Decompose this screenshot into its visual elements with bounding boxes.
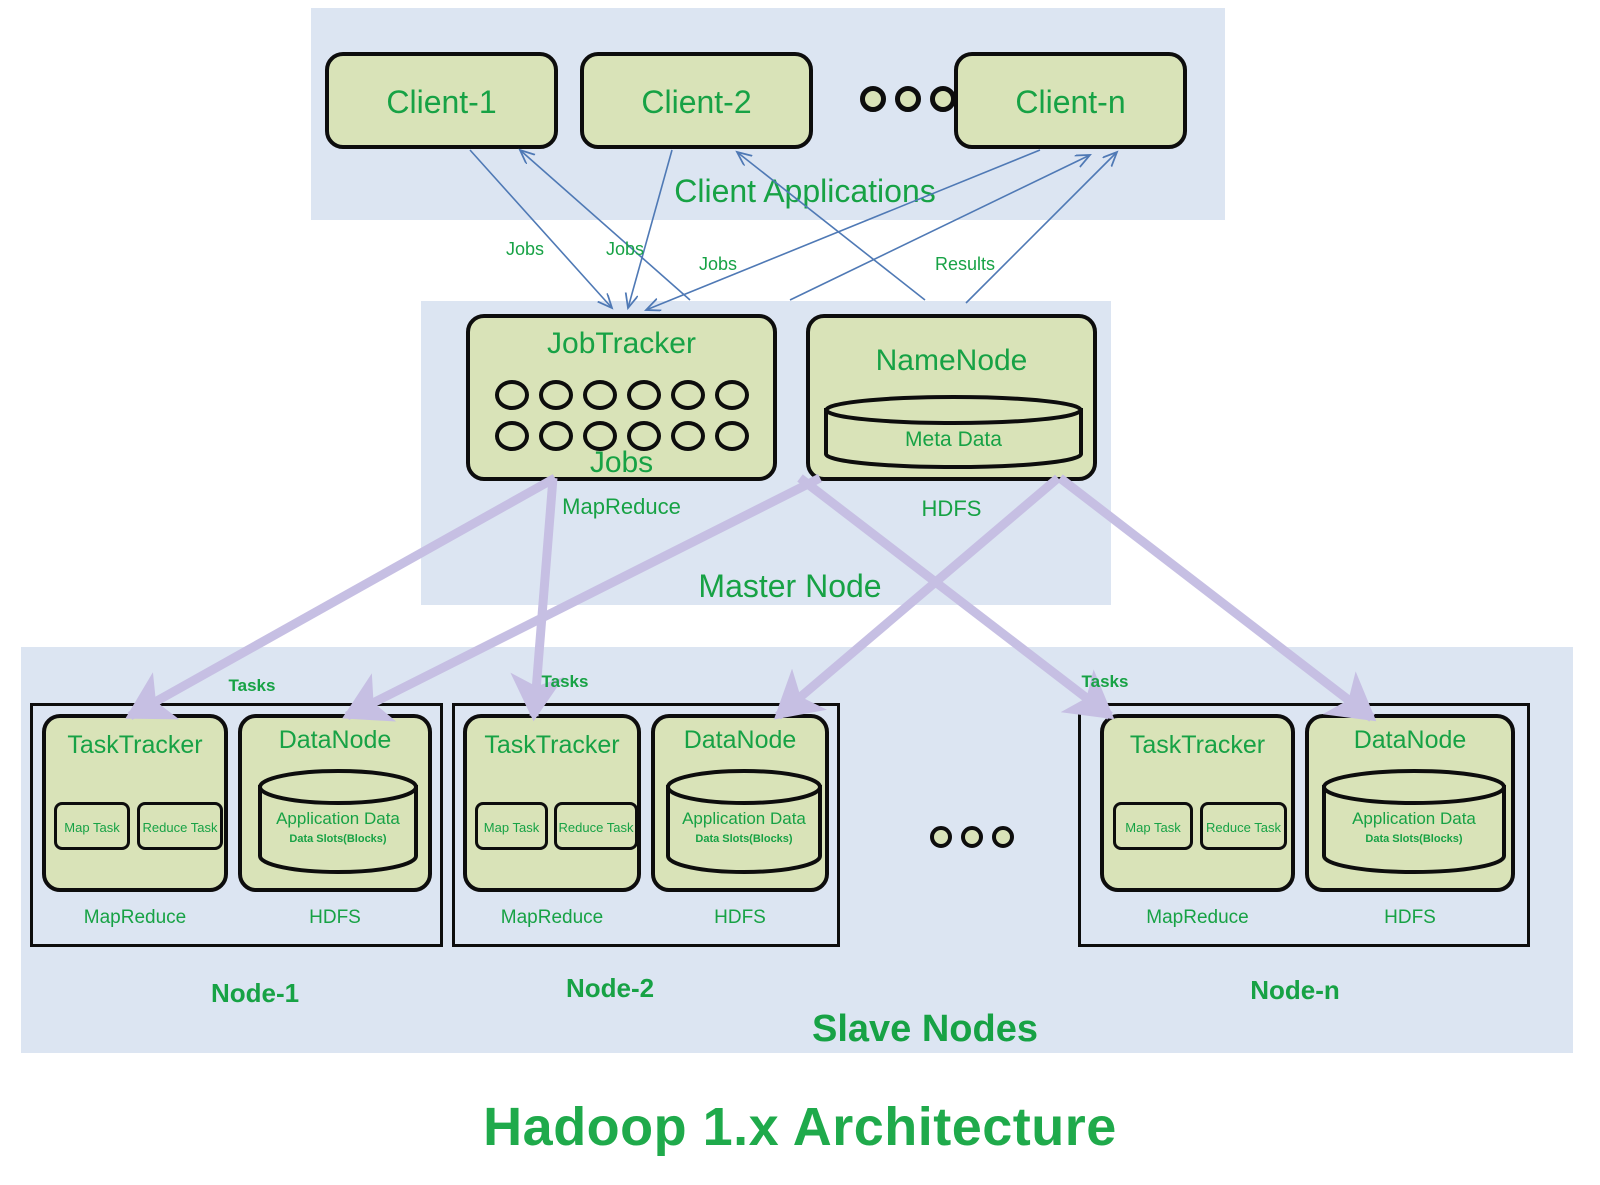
reduce-task-label: Reduce Task	[558, 820, 634, 835]
results-label: Results	[934, 254, 996, 274]
application-data-label: Application Data	[1352, 809, 1476, 828]
job-slot-icon	[539, 421, 573, 451]
job-slot-icon	[715, 380, 749, 410]
client-1-label: Client-1	[386, 84, 497, 120]
jobtracker-title: JobTracker	[547, 327, 696, 360]
node-1-mapreduce-label: MapReduce	[83, 907, 187, 928]
client-2-box[interactable]: Client-2	[580, 52, 813, 149]
map-task-label: Map Task	[1125, 820, 1181, 835]
node-1-name-label: Node-1	[210, 978, 300, 1008]
jobtracker-job-slots	[495, 380, 749, 451]
ellipsis-dot-icon	[895, 86, 921, 112]
node-1-hdfs-label: HDFS	[309, 907, 361, 928]
job-slot-icon	[627, 380, 661, 410]
slave-node-ellipsis	[930, 826, 1014, 848]
datanode-title: DataNode	[278, 726, 392, 754]
tasks-label-2: Tasks	[541, 672, 589, 691]
node-2-mapreduce-label: MapReduce	[500, 907, 604, 928]
jobs-label-1: Jobs	[505, 239, 545, 259]
map-task-label: Map Task	[483, 820, 540, 835]
client-1-box[interactable]: Client-1	[325, 52, 558, 149]
node-n-application-data-cylinder: Application Data Data Slots(Blocks)	[1321, 769, 1507, 875]
jobtracker-box[interactable]: JobTracker Jobs	[466, 314, 777, 481]
client-2-label: Client-2	[641, 84, 752, 120]
job-slot-icon	[495, 380, 529, 410]
node-1-application-data-cylinder: Application Data Data Slots(Blocks)	[257, 769, 419, 875]
job-slot-icon	[715, 421, 749, 451]
data-slots-label: Data Slots(Blocks)	[289, 833, 387, 845]
diagram-title: Hadoop 1.x Architecture	[483, 1097, 1117, 1157]
node-2-reduce-task-box[interactable]: Reduce Task	[554, 802, 638, 850]
client-applications-caption: Client Applications	[674, 173, 936, 209]
metadata-label: Meta Data	[905, 428, 1002, 451]
ellipsis-dot-icon	[860, 86, 886, 112]
node-n-mapreduce-label: MapReduce	[1146, 907, 1249, 928]
reduce-task-label: Reduce Task	[1206, 820, 1281, 835]
metadata-cylinder: Meta Data	[822, 395, 1085, 470]
tasktracker-title: TaskTracker	[1129, 731, 1266, 759]
node-n-datanode-box[interactable]: DataNode Application Data Data Slots(Blo…	[1305, 714, 1515, 892]
jobtracker-framework-label: MapReduce	[562, 494, 681, 519]
tasks-label-3: Tasks	[1081, 672, 1129, 691]
node-2-hdfs-label: HDFS	[714, 907, 766, 928]
data-slots-label: Data Slots(Blocks)	[1365, 833, 1463, 845]
node-2-application-data-cylinder: Application Data Data Slots(Blocks)	[665, 769, 823, 875]
node-2-datanode-box[interactable]: DataNode Application Data Data Slots(Blo…	[651, 714, 829, 892]
client-n-label: Client-n	[1015, 84, 1126, 120]
jobs-label-3: Jobs	[698, 254, 738, 274]
ellipsis-dot-icon	[992, 826, 1014, 848]
node-n-map-task-box[interactable]: Map Task	[1113, 802, 1193, 850]
ellipsis-dot-icon	[930, 826, 952, 848]
job-slot-icon	[495, 421, 529, 451]
hadoop-architecture-diagram: Client-1 Client-2 Client-n Client Applic…	[0, 0, 1600, 1185]
job-slot-icon	[671, 380, 705, 410]
application-data-label: Application Data	[276, 809, 400, 828]
jobtracker-jobs-label: Jobs	[589, 446, 654, 479]
reduce-task-label: Reduce Task	[142, 820, 218, 835]
node-1-tasktracker-box[interactable]: TaskTracker Map Task Reduce Task	[42, 714, 228, 892]
slave-nodes-caption: Slave Nodes	[812, 1008, 1038, 1050]
tasks-label-1: Tasks	[228, 676, 276, 695]
node-2-tasktracker-box[interactable]: TaskTracker Map Task Reduce Task	[463, 714, 641, 892]
node-2-map-task-box[interactable]: Map Task	[475, 802, 548, 850]
namenode-title: NameNode	[875, 344, 1028, 377]
jobs-label-2: Jobs	[605, 239, 645, 259]
job-slot-icon	[583, 380, 617, 410]
node-n-tasktracker-box[interactable]: TaskTracker Map Task Reduce Task	[1100, 714, 1295, 892]
data-slots-label: Data Slots(Blocks)	[695, 833, 793, 845]
ellipsis-dot-icon	[961, 826, 983, 848]
node-n-reduce-task-box[interactable]: Reduce Task	[1200, 802, 1287, 850]
tasktracker-title: TaskTracker	[484, 731, 620, 759]
ellipsis-dot-icon	[930, 86, 956, 112]
node-n-name-label: Node-n	[1250, 975, 1340, 1005]
job-slot-icon	[539, 380, 573, 410]
node-1-datanode-box[interactable]: DataNode Application Data Data Slots(Blo…	[238, 714, 432, 892]
datanode-title: DataNode	[683, 726, 797, 754]
datanode-title: DataNode	[1353, 726, 1467, 754]
client-n-box[interactable]: Client-n	[954, 52, 1187, 149]
job-slot-icon	[671, 421, 705, 451]
master-node-caption: Master Node	[698, 568, 882, 604]
map-task-label: Map Task	[64, 820, 120, 835]
node-n-hdfs-label: HDFS	[1384, 907, 1436, 928]
tasktracker-title: TaskTracker	[67, 731, 203, 759]
namenode-box[interactable]: NameNode Meta Data	[806, 314, 1097, 481]
node-1-map-task-box[interactable]: Map Task	[54, 802, 130, 850]
application-data-label: Application Data	[682, 809, 806, 828]
node-1-reduce-task-box[interactable]: Reduce Task	[137, 802, 223, 850]
node-2-name-label: Node-2	[565, 973, 655, 1003]
client-ellipsis	[860, 86, 956, 112]
namenode-framework-label: HDFS	[921, 496, 982, 521]
